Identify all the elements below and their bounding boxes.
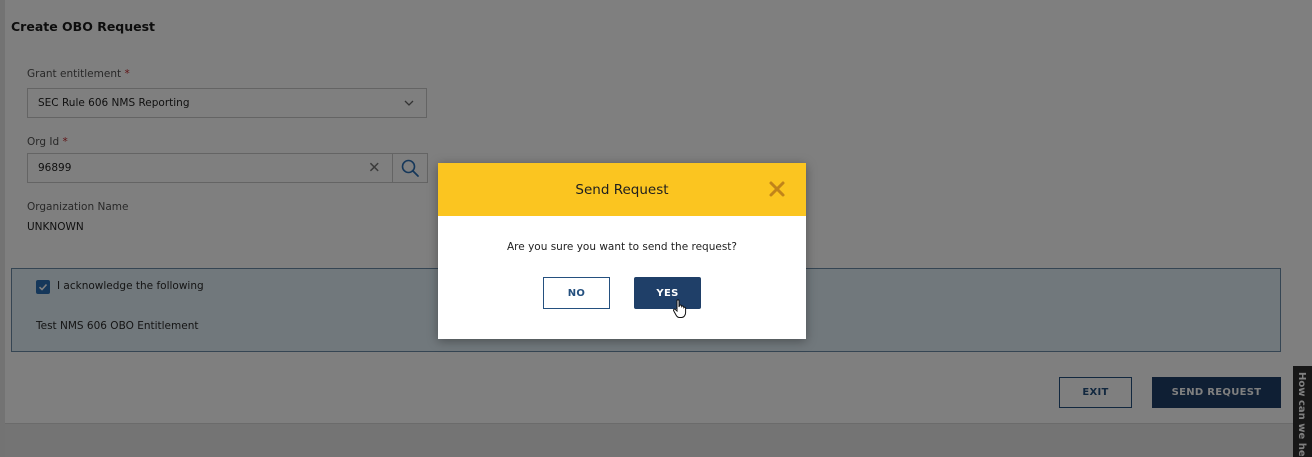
yes-button[interactable]: YES bbox=[634, 277, 701, 309]
send-request-dialog: Send Request Are you sure you want to se… bbox=[438, 163, 806, 339]
close-icon[interactable] bbox=[768, 180, 786, 198]
dialog-title: Send Request bbox=[575, 181, 669, 198]
hand-pointer-icon bbox=[672, 299, 687, 318]
dialog-header: Send Request bbox=[438, 163, 806, 216]
no-button[interactable]: NO bbox=[543, 277, 610, 309]
dialog-message: Are you sure you want to send the reques… bbox=[507, 241, 737, 253]
